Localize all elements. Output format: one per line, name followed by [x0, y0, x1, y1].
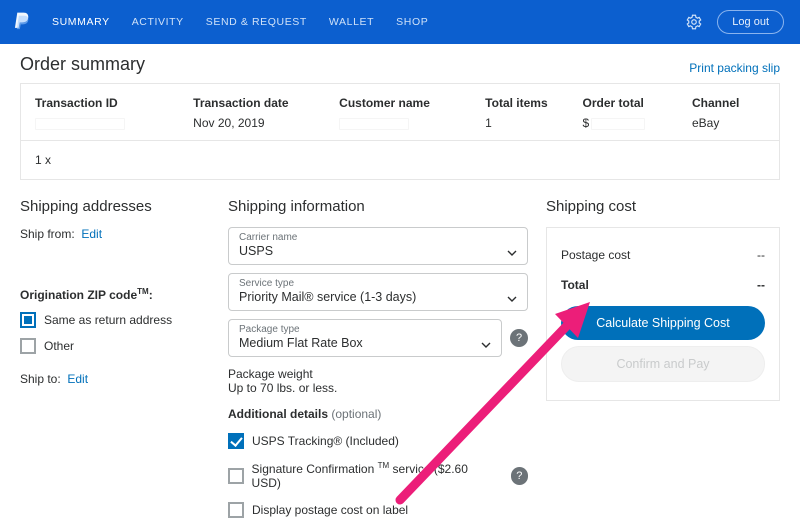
logout-button[interactable]: Log out — [717, 10, 784, 34]
package-type-select[interactable]: Package type Medium Flat Rate Box — [228, 319, 502, 357]
postage-cost-label: Postage cost — [561, 248, 630, 262]
package-weight-label: Package weight — [228, 367, 528, 381]
shipping-information-title: Shipping information — [228, 198, 528, 215]
paypal-logo-icon[interactable] — [12, 11, 32, 33]
chevron-down-icon — [507, 243, 517, 249]
ship-from-edit-link[interactable]: Edit — [81, 227, 102, 241]
signature-confirmation-option[interactable]: Signature Confirmation TM service ($2.60… — [228, 461, 528, 490]
additional-details-label: Additional details (optional) — [228, 407, 528, 421]
checkbox-checked-icon — [228, 433, 244, 449]
top-nav: SUMMARY ACTIVITY SEND & REQUEST WALLET S… — [0, 0, 800, 44]
channel-value: eBay — [692, 116, 765, 130]
ship-from-label: Ship from: — [20, 227, 75, 241]
total-cost-label: Total — [561, 278, 589, 292]
checkbox-icon — [20, 338, 36, 354]
nav-activity[interactable]: ACTIVITY — [132, 16, 184, 28]
display-postage-option[interactable]: Display postage cost on label — [228, 502, 528, 518]
order-total-value: $ — [583, 116, 693, 130]
confirm-pay-button: Confirm and Pay — [561, 346, 765, 382]
order-total-header: Order total — [583, 96, 693, 110]
shipping-cost-panel: Shipping cost Postage cost -- Total -- C… — [546, 198, 780, 518]
chevron-down-icon — [481, 335, 491, 341]
nav-summary[interactable]: SUMMARY — [52, 16, 110, 28]
package-weight-note: Up to 70 lbs. or less. — [228, 381, 528, 395]
ship-to-edit-link[interactable]: Edit — [67, 372, 88, 386]
usps-tracking-option[interactable]: USPS Tracking® (Included) — [228, 433, 528, 449]
page-title: Order summary — [20, 54, 780, 75]
total-cost-value: -- — [757, 278, 765, 292]
total-items-header: Total items — [485, 96, 582, 110]
transaction-date-value: Nov 20, 2019 — [193, 116, 339, 130]
nav-send-request[interactable]: SEND & REQUEST — [206, 16, 307, 28]
shipping-information-panel: Shipping information Carrier name USPS S… — [228, 198, 528, 518]
shipping-cost-title: Shipping cost — [546, 198, 780, 215]
transaction-id-header: Transaction ID — [35, 96, 193, 110]
checkbox-icon — [20, 312, 36, 328]
print-packing-slip-link[interactable]: Print packing slip — [689, 61, 780, 75]
calculate-shipping-button[interactable]: Calculate Shipping Cost — [561, 306, 765, 340]
carrier-select[interactable]: Carrier name USPS — [228, 227, 528, 265]
nav-shop[interactable]: SHOP — [396, 16, 428, 28]
customer-name-value — [339, 118, 409, 130]
total-items-value: 1 — [485, 116, 582, 130]
zip-option-same[interactable]: Same as return address — [20, 312, 210, 328]
channel-header: Channel — [692, 96, 765, 110]
package-help-icon[interactable]: ? — [510, 329, 528, 347]
customer-name-header: Customer name — [339, 96, 485, 110]
transaction-date-header: Transaction date — [193, 96, 339, 110]
nav-wallet[interactable]: WALLET — [329, 16, 374, 28]
order-summary-box: Transaction ID Transaction date Nov 20, … — [20, 83, 780, 180]
checkbox-icon — [228, 468, 244, 484]
checkbox-icon — [228, 502, 244, 518]
origination-zip-label: Origination ZIP codeTM: — [20, 287, 210, 302]
chevron-down-icon — [507, 289, 517, 295]
transaction-id-value — [35, 118, 125, 130]
nav-items: SUMMARY ACTIVITY SEND & REQUEST WALLET S… — [52, 16, 685, 28]
ship-to-label: Ship to: — [20, 372, 61, 386]
zip-option-other[interactable]: Other — [20, 338, 210, 354]
shipping-addresses-panel: Shipping addresses Ship from: Edit Origi… — [20, 198, 210, 518]
settings-gear-icon[interactable] — [685, 13, 703, 31]
signature-help-icon[interactable]: ? — [511, 467, 528, 485]
shipping-addresses-title: Shipping addresses — [20, 198, 210, 215]
line-item-row: 1 x — [21, 140, 779, 179]
service-type-select[interactable]: Service type Priority Mail® service (1-3… — [228, 273, 528, 311]
postage-cost-value: -- — [757, 248, 765, 262]
